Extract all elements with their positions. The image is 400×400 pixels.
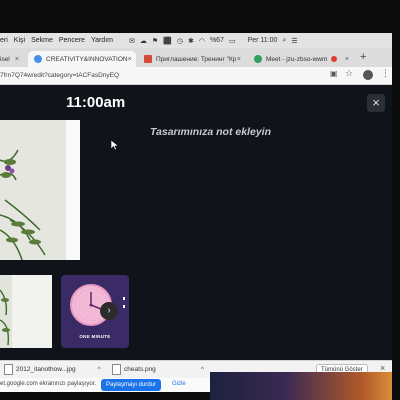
wifi-icon[interactable]: ◠ (199, 37, 205, 45)
outer-frame-right (392, 30, 400, 400)
menu-item-tab[interactable]: Sekme (31, 37, 53, 44)
design-note-input[interactable]: Tasarımınıza not ekleyin (150, 126, 271, 138)
new-tab-button[interactable]: + (360, 51, 366, 63)
more-icon[interactable]: ⋮ (381, 68, 390, 79)
download-file-icon (4, 364, 13, 375)
bluetooth-icon[interactable]: ✱ (188, 37, 194, 45)
sharing-message: et.google.com ekranınızı paylaşıyor. (0, 381, 97, 387)
chrome-icon (34, 55, 42, 63)
menu-item[interactable]: eri (0, 37, 8, 44)
plant-photo-thumbnail[interactable] (0, 275, 52, 348)
download-filename: cheats.png (124, 366, 156, 373)
search-icon[interactable]: ⌕ (282, 37, 286, 45)
thumbnail-caption: ONE MINUTE (79, 334, 111, 339)
close-icon[interactable]: × (237, 56, 241, 63)
download-item[interactable]: 2012_itanothow...jpg ^ (4, 364, 101, 375)
address-bar: 7frn7Q74w/edit?category=tACFasDnyEQ ▣ ☆ … (0, 67, 392, 85)
tab-label: Приглашение: Тренинг "Кр (156, 55, 237, 63)
tab-isel[interactable]: isel × (0, 51, 24, 67)
plant-thumb-illustration (0, 275, 52, 348)
browser-tabstrip: isel × CREATIVITY&INNOVATION × Приглашен… (0, 48, 392, 67)
chevron-up-icon[interactable]: ^ (201, 366, 204, 373)
tab-label: CREATIVITY&INNOVATION (46, 55, 128, 63)
download-item[interactable]: cheats.png ^ (112, 364, 204, 375)
status-icon[interactable]: ⬛ (163, 37, 172, 45)
download-file-icon (112, 364, 121, 375)
stop-sharing-button[interactable]: Paylaşmayı durdur (101, 379, 162, 391)
menubar-clock[interactable]: Per 11:00 (248, 37, 278, 44)
cast-icon[interactable]: ▣ (330, 69, 338, 78)
hide-button[interactable]: Gizle (172, 381, 186, 387)
next-slide-button[interactable]: › (100, 302, 118, 320)
url-field[interactable]: 7frn7Q74w/edit?category=tACFasDnyEQ (0, 70, 320, 81)
menu-item-people[interactable]: Kişi (14, 37, 25, 44)
close-icon[interactable]: × (128, 56, 132, 63)
download-filename: 2012_itanothow...jpg (16, 366, 76, 373)
chevron-up-icon[interactable]: ^ (98, 366, 101, 373)
status-icon[interactable]: ⚑ (152, 37, 158, 45)
battery-icon[interactable]: ▭ (229, 37, 236, 45)
bookmark-star-icon[interactable]: ☆ (345, 68, 353, 79)
plant-photo-preview[interactable] (0, 120, 80, 260)
tab-label: Meet - jzu-zbso-wwm (266, 55, 328, 63)
one-minute-design-thumbnail[interactable]: ONE MINUTE (61, 275, 129, 348)
cursor-icon (111, 140, 119, 151)
desktop-wallpaper (210, 372, 400, 400)
macos-menubar: eri Kişi Sekme Pencere Yardım ✉ ☁ ⚑ ⬛ ◷ … (0, 33, 392, 48)
close-icon[interactable]: × (15, 56, 19, 63)
menu-item-help[interactable]: Yardım (91, 37, 113, 44)
status-icon[interactable]: ✉ (129, 37, 135, 45)
outer-frame-top (0, 0, 400, 30)
close-button[interactable]: × (367, 94, 385, 112)
tab-creativity[interactable]: CREATIVITY&INNOVATION × (28, 51, 136, 67)
close-icon[interactable]: × (345, 56, 349, 63)
tab-invitation[interactable]: Приглашение: Тренинг "Кр × (138, 51, 246, 67)
time-label: 11:00am (66, 94, 126, 111)
recording-dot-icon (331, 56, 338, 62)
tab-label: isel (0, 55, 10, 63)
meet-icon (254, 55, 262, 63)
status-icon[interactable]: ☁ (140, 37, 147, 45)
battery-percent[interactable]: %67 (210, 37, 224, 44)
control-center-icon[interactable]: ☰ (291, 37, 297, 45)
profile-icon[interactable] (363, 70, 373, 80)
tab-meet[interactable]: Meet - jzu-zbso-wwm × (248, 51, 354, 67)
plant-photo-illustration (0, 120, 80, 260)
menu-item-window[interactable]: Pencere (59, 37, 85, 44)
gmail-icon (144, 55, 152, 63)
clock-status-icon[interactable]: ◷ (177, 37, 183, 45)
